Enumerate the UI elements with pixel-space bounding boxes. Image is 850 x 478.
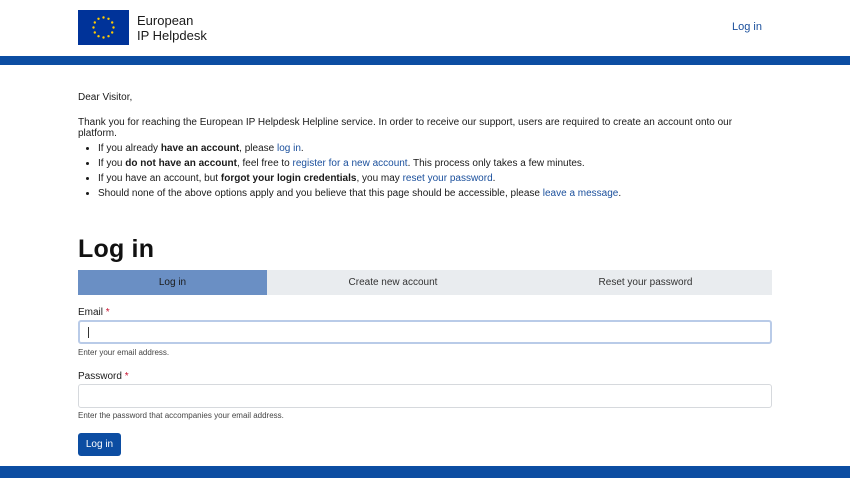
bullet-text: If you already bbox=[98, 143, 161, 154]
list-item: If you already have an account, please l… bbox=[98, 141, 621, 156]
email-label-text: Email bbox=[78, 307, 104, 318]
brand-name: European IP Helpdesk bbox=[137, 13, 207, 43]
bullet-bold: forgot your login credentials bbox=[220, 173, 357, 184]
reset-password-link[interactable]: reset your password bbox=[403, 173, 493, 184]
email-field[interactable] bbox=[78, 320, 772, 344]
bullet-text: If you have an account, but bbox=[98, 173, 221, 184]
options-list: If you already have an account, please l… bbox=[98, 141, 621, 201]
site-logo[interactable]: European IP Helpdesk bbox=[78, 10, 207, 45]
bullet-bold: have an account bbox=[160, 143, 240, 154]
required-marker: * bbox=[105, 307, 110, 318]
brand-line-2: IP Helpdesk bbox=[137, 27, 207, 43]
bullet-text: Should none of the above options apply a… bbox=[98, 188, 543, 199]
register-link[interactable]: register for a new account bbox=[293, 158, 408, 169]
login-submit-button[interactable]: Log in bbox=[78, 433, 121, 456]
tab-create-account[interactable]: Create new account bbox=[267, 270, 519, 295]
login-link[interactable]: log in bbox=[277, 143, 301, 154]
list-item: Should none of the above options apply a… bbox=[98, 186, 621, 201]
bullet-text: , feel free to bbox=[236, 158, 293, 169]
greeting-text: Dear Visitor, bbox=[78, 92, 133, 103]
text-caret bbox=[88, 327, 89, 338]
bullet-text: . bbox=[492, 173, 496, 184]
password-label-text: Password bbox=[78, 371, 122, 382]
bullet-text: , you may bbox=[356, 173, 403, 184]
list-item: If you do not have an account, feel free… bbox=[98, 156, 621, 171]
required-marker: * bbox=[124, 371, 129, 382]
list-item: If you have an account, but forgot your … bbox=[98, 171, 621, 186]
password-label: Password * bbox=[78, 371, 129, 382]
bullet-text: If you bbox=[98, 158, 126, 169]
page-title: Log in bbox=[78, 235, 155, 263]
intro-text: Thank you for reaching the European IP H… bbox=[78, 117, 733, 139]
bullet-text: . bbox=[618, 188, 622, 199]
bullet-text: , please bbox=[239, 143, 277, 154]
tab-log-in[interactable]: Log in bbox=[78, 270, 267, 295]
footer-band bbox=[0, 466, 850, 478]
header-band bbox=[0, 56, 850, 65]
site-header: European IP Helpdesk Log in bbox=[0, 0, 850, 56]
email-label: Email * bbox=[78, 307, 110, 318]
brand-line-1: European bbox=[137, 12, 194, 28]
email-help-text: Enter your email address. bbox=[78, 348, 170, 357]
password-help-text: Enter the password that accompanies your… bbox=[78, 411, 284, 420]
bullet-text: . This process only takes a few minutes. bbox=[407, 158, 585, 169]
account-tabs: Log in Create new account Reset your pas… bbox=[78, 270, 772, 295]
bullet-text: . bbox=[300, 143, 304, 154]
bullet-bold: do not have an account bbox=[125, 158, 237, 169]
tab-reset-password[interactable]: Reset your password bbox=[519, 270, 772, 295]
eu-flag-icon bbox=[78, 10, 129, 45]
password-field[interactable] bbox=[78, 384, 772, 408]
leave-message-link[interactable]: leave a message bbox=[543, 188, 619, 199]
header-login-link[interactable]: Log in bbox=[732, 21, 762, 33]
